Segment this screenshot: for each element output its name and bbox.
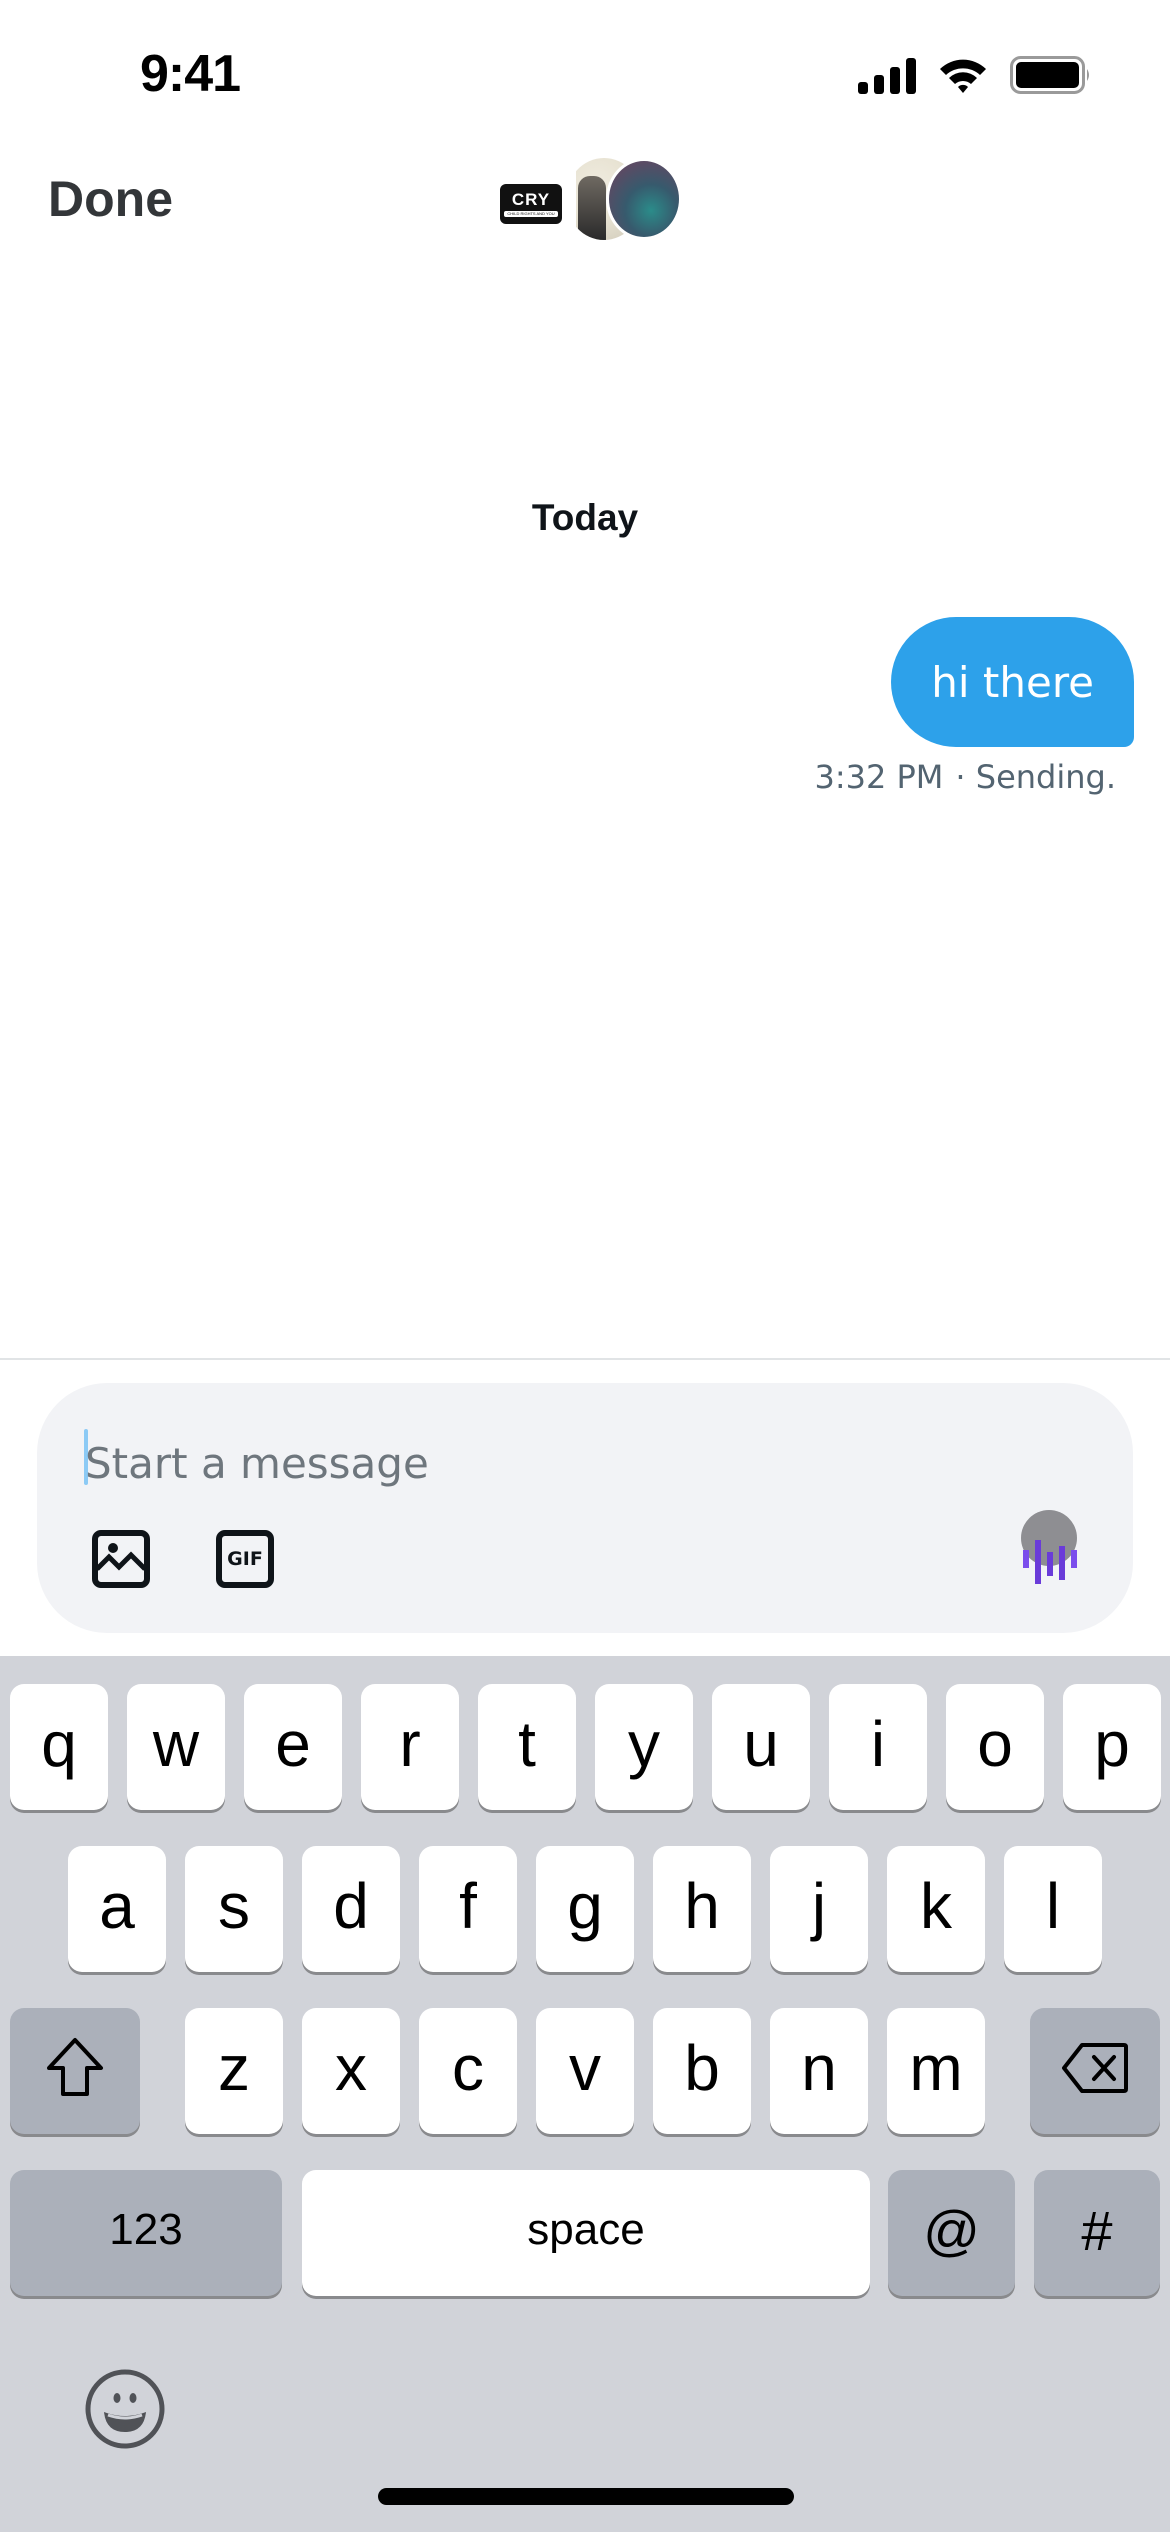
keyboard-row-3: zxcvbnm bbox=[0, 2008, 1170, 2136]
message-input[interactable] bbox=[85, 1423, 985, 1503]
keyboard: qwertyuiop asdfghjkl zxcvbnm 123 space @… bbox=[0, 1656, 1170, 2532]
status-time: 9:41 bbox=[140, 45, 241, 103]
add-gif-button[interactable]: GIF bbox=[215, 1529, 275, 1589]
message-bubble[interactable]: hi there bbox=[891, 617, 1134, 747]
gif-label: GIF bbox=[227, 1548, 263, 1570]
key-a[interactable]: a bbox=[68, 1846, 166, 1972]
at-key[interactable]: @ bbox=[888, 2170, 1015, 2296]
cry-avatar[interactable]: CRY CHILD RIGHTS AND YOU bbox=[500, 184, 562, 224]
key-q[interactable]: q bbox=[10, 1684, 108, 1810]
status-icons bbox=[858, 56, 1092, 94]
key-d[interactable]: d bbox=[302, 1846, 400, 1972]
done-button[interactable]: Done bbox=[48, 170, 173, 228]
key-x[interactable]: x bbox=[302, 2008, 400, 2134]
key-o[interactable]: o bbox=[946, 1684, 1044, 1810]
key-n[interactable]: n bbox=[770, 2008, 868, 2134]
key-c[interactable]: c bbox=[419, 2008, 517, 2134]
key-f[interactable]: f bbox=[419, 1846, 517, 1972]
date-separator: Today bbox=[531, 497, 639, 538]
delete-key[interactable] bbox=[1030, 2008, 1160, 2134]
key-t[interactable]: t bbox=[478, 1684, 576, 1810]
cry-logo-text: CRY bbox=[511, 190, 551, 209]
key-i[interactable]: i bbox=[829, 1684, 927, 1810]
key-s[interactable]: s bbox=[185, 1846, 283, 1972]
abstract-avatar[interactable] bbox=[606, 158, 682, 240]
compose-box: GIF bbox=[37, 1383, 1133, 1633]
key-u[interactable]: u bbox=[712, 1684, 810, 1810]
key-k[interactable]: k bbox=[887, 1846, 985, 1972]
add-image-button[interactable] bbox=[91, 1529, 151, 1589]
emoji-icon bbox=[85, 2369, 165, 2449]
key-w[interactable]: w bbox=[127, 1684, 225, 1810]
conversation-header: Done CRY CHILD RIGHTS AND YOU bbox=[0, 150, 1170, 250]
message-time: 3:32 PM bbox=[814, 758, 944, 796]
keyboard-row-1: qwertyuiop bbox=[0, 1684, 1170, 1812]
key-g[interactable]: g bbox=[536, 1846, 634, 1972]
key-p[interactable]: p bbox=[1063, 1684, 1161, 1810]
voice-message-icon bbox=[1021, 1510, 1077, 1584]
shift-icon bbox=[47, 2038, 103, 2096]
key-v[interactable]: v bbox=[536, 2008, 634, 2134]
keyboard-row-2: asdfghjkl bbox=[0, 1846, 1170, 1974]
wifi-icon bbox=[938, 56, 988, 94]
numbers-key[interactable]: 123 bbox=[10, 2170, 282, 2296]
hash-key[interactable]: # bbox=[1034, 2170, 1160, 2296]
keyboard-row-4: 123 space @ # bbox=[0, 2170, 1170, 2298]
compose-divider bbox=[0, 1358, 1170, 1360]
cry-tagline: CHILD RIGHTS AND YOU bbox=[504, 211, 558, 217]
message-text: hi there bbox=[931, 657, 1094, 707]
key-e[interactable]: e bbox=[244, 1684, 342, 1810]
space-key[interactable]: space bbox=[302, 2170, 870, 2296]
message-status: · Sending. bbox=[955, 758, 1116, 796]
delete-icon bbox=[1062, 2043, 1128, 2093]
key-r[interactable]: r bbox=[361, 1684, 459, 1810]
key-l[interactable]: l bbox=[1004, 1846, 1102, 1972]
battery-icon bbox=[1010, 56, 1092, 94]
key-y[interactable]: y bbox=[595, 1684, 693, 1810]
key-m[interactable]: m bbox=[887, 2008, 985, 2134]
voice-message-button[interactable] bbox=[1015, 1508, 1085, 1588]
emoji-button[interactable] bbox=[84, 2368, 166, 2450]
status-bar: 9:41 bbox=[0, 0, 1170, 150]
image-icon bbox=[92, 1530, 150, 1588]
cellular-signal-icon bbox=[858, 56, 916, 94]
key-z[interactable]: z bbox=[185, 2008, 283, 2134]
key-b[interactable]: b bbox=[653, 2008, 751, 2134]
message-meta: 3:32 PM · Sending. bbox=[814, 758, 1116, 796]
key-h[interactable]: h bbox=[653, 1846, 751, 1972]
home-indicator[interactable] bbox=[378, 2488, 794, 2505]
participant-avatars[interactable]: CRY CHILD RIGHTS AND YOU bbox=[498, 158, 683, 242]
shift-key[interactable] bbox=[10, 2008, 140, 2134]
key-j[interactable]: j bbox=[770, 1846, 868, 1972]
